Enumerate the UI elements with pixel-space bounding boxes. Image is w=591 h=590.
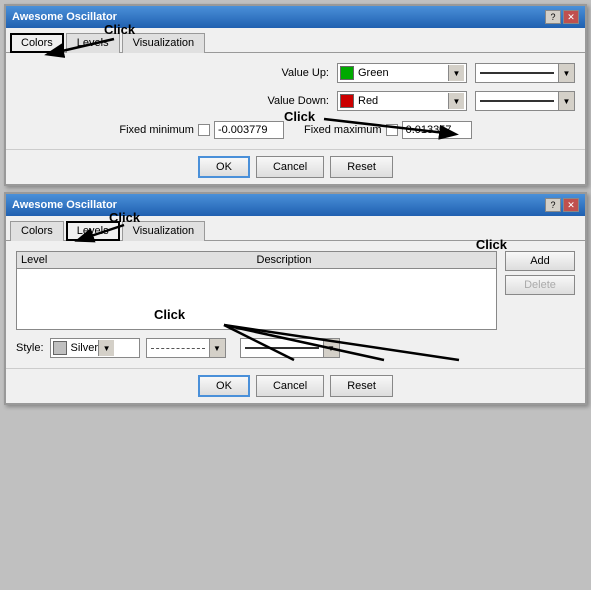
colors-content: Value Up: Green ▼ ▼ Value Down: Red ▼ [6,53,585,149]
tab-visualization-1[interactable]: Visualization [122,33,206,53]
style-row: Style: Silver ▼ ▼ ▼ [16,338,497,358]
title-bar-2: Awesome Oscillator ? ✕ [6,194,585,216]
value-up-color-select[interactable]: Green ▼ [337,63,467,83]
fixed-min-label: Fixed minimum [119,124,194,136]
value-up-dropdown-arrow[interactable]: ▼ [448,65,464,81]
style-color-arrow[interactable]: ▼ [98,340,114,356]
style-color-box [53,341,67,355]
fixed-min-input[interactable] [214,121,284,139]
levels-buttons: Add Delete [505,251,575,358]
title-1: Awesome Oscillator [12,11,117,23]
title-controls-1: ? ✕ [545,10,579,24]
tab-bar-1: Colors Levels Visualization [6,28,585,53]
dashed-preview [151,348,205,349]
tab-levels-2[interactable]: Levels [66,221,120,241]
dialog1-bottom: OK Cancel Reset [6,149,585,184]
reset-button-2[interactable]: Reset [330,375,393,397]
value-down-label: Value Down: [267,95,329,107]
style-label: Style: [16,342,44,354]
style-color-select[interactable]: Silver ▼ [50,338,140,358]
value-down-color-select[interactable]: Red ▼ [337,91,467,111]
cancel-button-2[interactable]: Cancel [256,375,324,397]
dialog2-bottom: OK Cancel Reset [6,368,585,403]
tab-bar-2: Colors Levels Visualization [6,216,585,241]
delete-button[interactable]: Delete [505,275,575,295]
dashed-select[interactable]: ▼ [146,338,226,358]
value-up-color-text: Green [358,67,448,79]
value-down-line-preview [480,100,554,102]
value-up-line-select[interactable]: ▼ [475,63,575,83]
fixed-max-group: Fixed maximum [304,121,472,139]
close-button-1[interactable]: ✕ [563,10,579,24]
value-down-dropdown-arrow[interactable]: ▼ [448,93,464,109]
title-2: Awesome Oscillator [12,199,117,211]
levels-table-container: Level Description Style: Silver ▼ [16,251,497,358]
value-down-color-box [340,94,354,108]
style-line-select[interactable]: ▼ [240,338,340,358]
fixed-min-group: Fixed minimum [119,121,284,139]
fixed-min-checkbox[interactable] [198,124,210,136]
table-body [17,269,496,329]
reset-button-1[interactable]: Reset [330,156,393,178]
value-down-row: Value Down: Red ▼ ▼ [16,91,575,111]
fixed-row: Fixed minimum Fixed maximum [16,121,575,139]
tab-colors-2[interactable]: Colors [10,221,64,241]
help-button-2[interactable]: ? [545,198,561,212]
value-down-line-select[interactable]: ▼ [475,91,575,111]
add-button[interactable]: Add [505,251,575,271]
value-up-label: Value Up: [282,67,330,79]
fixed-max-label: Fixed maximum [304,124,382,136]
close-button-2[interactable]: ✕ [563,198,579,212]
fixed-max-input[interactable] [402,121,472,139]
value-down-line-arrow[interactable]: ▼ [558,92,574,110]
ok-button-2[interactable]: OK [198,375,250,397]
levels-table: Level Description [16,251,497,330]
levels-layout: Level Description Style: Silver ▼ [16,251,575,358]
tab-colors-1[interactable]: Colors [10,33,64,53]
dashed-arrow[interactable]: ▼ [209,339,225,357]
tab-levels-1[interactable]: Levels [66,33,120,53]
value-up-color-box [340,66,354,80]
title-controls-2: ? ✕ [545,198,579,212]
value-up-line-arrow[interactable]: ▼ [558,64,574,82]
style-line-arrow[interactable]: ▼ [323,339,339,357]
levels-content: Level Description Style: Silver ▼ [6,241,585,368]
style-line-preview [245,347,319,349]
ok-button-1[interactable]: OK [198,156,250,178]
table-header: Level Description [17,252,496,269]
style-color-text: Silver [71,342,99,354]
tab-visualization-2[interactable]: Visualization [122,221,206,241]
cancel-button-1[interactable]: Cancel [256,156,324,178]
help-button-1[interactable]: ? [545,10,561,24]
value-down-color-text: Red [358,95,448,107]
title-bar-1: Awesome Oscillator ? ✕ [6,6,585,28]
col-level: Level [21,254,257,266]
value-up-line-preview [480,72,554,74]
fixed-max-checkbox[interactable] [386,124,398,136]
dialog1: Awesome Oscillator ? ✕ Colors Levels Vis… [4,4,587,186]
dialog2: Awesome Oscillator ? ✕ Colors Levels Vis… [4,192,587,405]
col-description: Description [257,254,493,266]
value-up-row: Value Up: Green ▼ ▼ [16,63,575,83]
